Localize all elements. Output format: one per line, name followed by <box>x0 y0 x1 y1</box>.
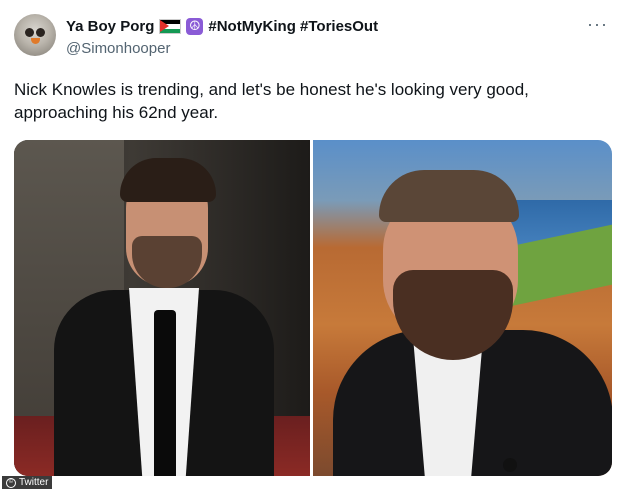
photo-right[interactable] <box>313 140 612 476</box>
watermark-label: Twitter <box>19 477 49 488</box>
tweet-text: Nick Knowles is trending, and let's be h… <box>14 80 529 122</box>
photo-right-hair <box>379 170 519 222</box>
photo-left[interactable] <box>14 140 310 476</box>
avatar-eye-right <box>36 28 45 37</box>
author-handle[interactable]: @Simonhooper <box>66 40 170 57</box>
microphone-icon <box>503 458 517 472</box>
peace-symbol-icon: ☮ <box>186 18 204 35</box>
author-display-name[interactable]: Ya Boy Porg <box>66 18 154 35</box>
author-hashtags: #NotMyKing #ToriesOut <box>208 18 379 35</box>
copyright-icon: © <box>6 477 16 488</box>
more-options-button[interactable]: ··· <box>587 14 608 35</box>
photo-left-tie <box>154 310 176 476</box>
palestine-flag-icon <box>159 19 182 34</box>
media-grid <box>14 140 612 476</box>
photo-left-hair <box>120 158 216 202</box>
avatar-eye-left <box>25 28 34 37</box>
avatar[interactable] <box>14 14 56 56</box>
twitter-watermark: © Twitter <box>2 476 53 489</box>
avatar-beak <box>31 38 40 44</box>
photo-left-beard <box>132 236 202 288</box>
author-name-row: Ya Boy Porg ☮ #NotMyKing #ToriesOut <box>66 18 378 35</box>
